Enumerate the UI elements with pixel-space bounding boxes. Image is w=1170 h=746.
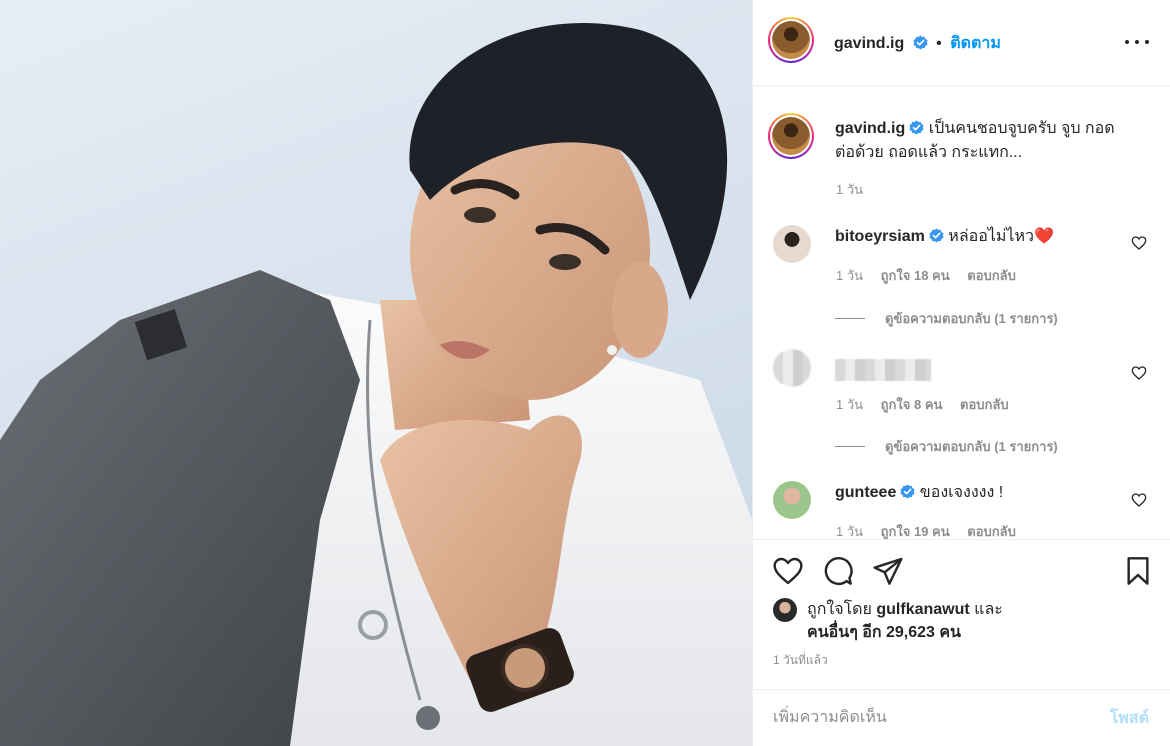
caption-time: 1 วัน [836,182,864,197]
comment-time: 1 วัน [836,268,864,283]
paper-plane-icon[interactable] [872,555,904,587]
comment-text: หล่ออไม่ไหว [948,228,1035,245]
reply-button[interactable]: ตอบกลับ [967,268,1016,283]
liked-by-text: ถูกใจโดย gulfkanawut และ คนอื่นๆ อีก 29,… [807,598,1137,644]
view-replies-button[interactable]: ดูข้อความตอบกลับ (1 รายการ) [835,308,1058,329]
caption-meta: 1 วัน [836,179,877,200]
post-actions: ถูกใจโดย gulfkanawut และ คนอื่นๆ อีก 29,… [753,539,1170,689]
comment-meta: 1 วัน ถูกใจ 8 คน ตอบกลับ [836,394,1023,415]
post-comment-button[interactable]: โพสต์ [1110,706,1149,731]
bookmark-icon[interactable] [1122,555,1154,587]
liked-by-prefix: ถูกใจโดย [807,601,872,618]
view-replies-label: ดูข้อความตอบกลับ (1 รายการ) [885,439,1058,454]
reply-button[interactable]: ตอบกลับ [967,524,1016,539]
heart-icon[interactable] [772,555,804,587]
author-username[interactable]: gavind.ig [834,35,904,52]
more-options-icon[interactable] [1125,33,1149,51]
post-header: gavind.ig • ติดตาม [753,0,1170,86]
liked-by-user[interactable]: gulfkanawut [876,601,969,618]
like-comment-heart-icon[interactable] [1131,235,1147,251]
comment-likes[interactable]: ถูกใจ 18 คน [881,268,950,283]
verified-badge-icon [909,120,924,135]
follow-button[interactable]: ติดตาม [950,35,1001,52]
liked-by-conjunction: และ [974,601,1003,618]
post-photo[interactable] [0,0,752,746]
reply-button[interactable]: ตอบกลับ [960,397,1009,412]
author-avatar[interactable] [768,17,814,63]
liked-by-others[interactable]: คนอื่นๆ อีก 29,623 คน [807,624,961,641]
blurred-username [835,359,931,381]
comment-avatar[interactable] [773,481,811,519]
post-timestamp[interactable]: 1 วันที่แล้ว [773,651,828,670]
like-comment-heart-icon[interactable] [1131,365,1147,381]
verified-badge-icon [913,35,928,50]
comment-icon[interactable] [822,555,854,587]
comment-text-block: bitoeyrsiam หล่ออไม่ไหว❤️ [835,225,1135,249]
verified-badge-icon [900,484,915,499]
caption-username[interactable]: gavind.ig [835,120,905,137]
comment-meta: 1 วัน ถูกใจ 19 คน ตอบกลับ [836,521,1030,539]
post-sidebar: gavind.ig • ติดตาม gavind.ig เป็นคนชอบจู… [752,0,1170,746]
separator-dot: • [936,35,942,52]
caption-text-block: gavind.ig เป็นคนชอบจูบครับ จูบ กอด ต่อด้… [835,117,1135,165]
comments-list[interactable]: gavind.ig เป็นคนชอบจูบครับ จูบ กอด ต่อด้… [753,87,1170,539]
comment-input[interactable] [773,704,1073,732]
caption-avatar[interactable] [768,113,814,159]
comment-text-block [835,349,1135,381]
verified-badge-icon [929,228,944,243]
comment-likes[interactable]: ถูกใจ 19 คน [881,524,950,539]
heart-emoji: ❤️ [1034,228,1054,245]
comment-avatar[interactable] [773,225,811,263]
comment-likes[interactable]: ถูกใจ 8 คน [881,397,943,412]
view-replies-label: ดูข้อความตอบกลับ (1 รายการ) [885,311,1058,326]
liked-by-avatar[interactable] [773,598,797,622]
comment-text-block: gunteee ของเจงงงง ! [835,481,1135,505]
view-replies-button[interactable]: ดูข้อความตอบกลับ (1 รายการ) [835,436,1058,457]
like-comment-heart-icon[interactable] [1131,492,1147,508]
comment-username[interactable]: bitoeyrsiam [835,228,925,245]
add-comment-bar: โพสต์ [753,689,1170,746]
author-line: gavind.ig • ติดตาม [834,31,1001,56]
comment-text: ของเจงงงง ! [919,484,1004,501]
comment-avatar[interactable] [773,349,811,387]
comment-meta: 1 วัน ถูกใจ 18 คน ตอบกลับ [836,265,1030,286]
portrait-illustration [0,22,752,746]
comment-time: 1 วัน [836,397,864,412]
comment-username[interactable]: gunteee [835,484,896,501]
comment-time: 1 วัน [836,524,864,539]
